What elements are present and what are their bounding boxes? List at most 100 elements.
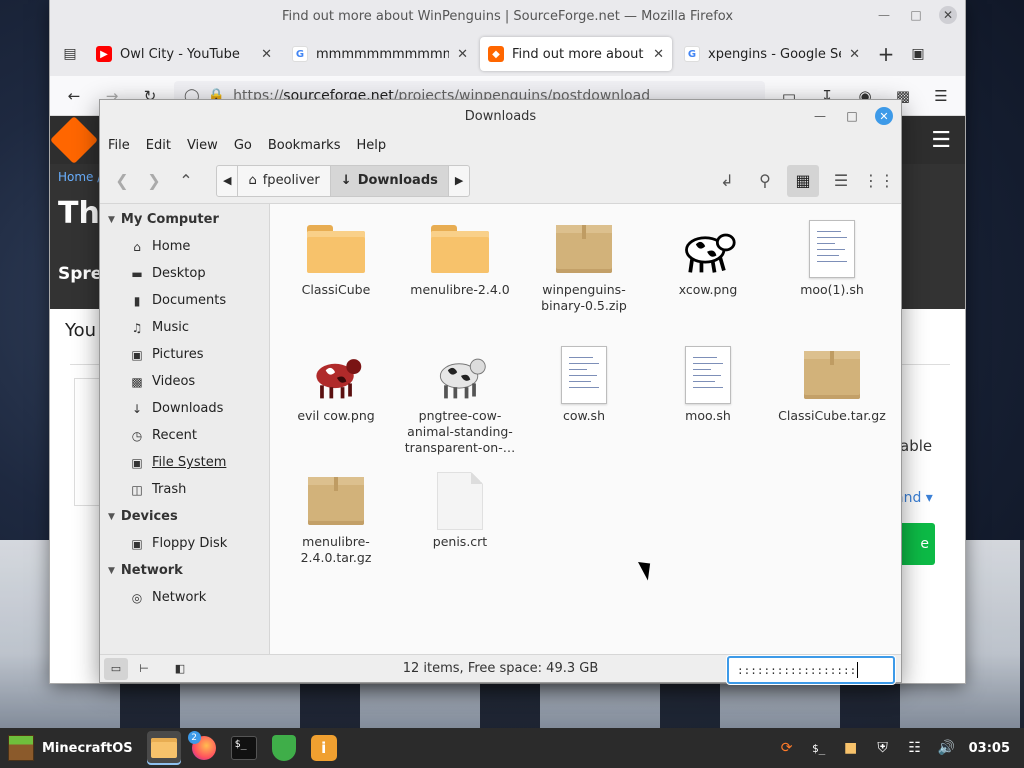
sidebar-item-desktop[interactable]: ▬ Desktop	[100, 260, 269, 287]
sidebar-item-music[interactable]: ♫ Music	[100, 314, 269, 341]
blank-file-icon	[437, 472, 483, 530]
back-icon[interactable]: ←	[60, 82, 88, 110]
menu-help[interactable]: Help	[356, 138, 386, 153]
site-menu-icon[interactable]: ☰	[931, 128, 951, 153]
back-icon[interactable]: ❮	[106, 165, 138, 197]
show-treeview-icon[interactable]: ⊢	[132, 658, 156, 680]
taskbar-shield[interactable]	[267, 731, 301, 765]
file-item-penis-crt[interactable]: penis.crt	[398, 472, 522, 550]
tab-google-mmm[interactable]: G mmmmmmmmmmmmmmm ✕	[284, 37, 476, 71]
sidebar-item-recent[interactable]: ◷ Recent	[100, 422, 269, 449]
network-icon[interactable]: ☷	[905, 738, 925, 758]
hide-sidebar-icon[interactable]: ◧	[168, 658, 192, 680]
file-name: ClassiCube	[301, 282, 371, 297]
sidebar-item-downloads[interactable]: ↓ Downloads	[100, 395, 269, 422]
sourceforge-icon: ◆	[488, 46, 504, 62]
toggle-location-icon[interactable]: ↲	[711, 165, 743, 197]
hamburger-menu-icon[interactable]: ☰	[927, 82, 955, 110]
close-tab-icon[interactable]: ✕	[261, 47, 272, 62]
minimize-icon[interactable]: —	[875, 6, 893, 24]
firefox-view-icon[interactable]: ▤	[56, 40, 84, 68]
file-item-menulibre[interactable]: menulibre-2.4.0	[398, 220, 522, 298]
file-item-cow-sh[interactable]: cow.sh	[522, 346, 646, 424]
file-name: moo.sh	[685, 408, 731, 423]
file-item-xcow[interactable]: xcow.png	[646, 220, 770, 298]
tab-google-xpengins[interactable]: G xpengins - Google Search ✕	[676, 37, 868, 71]
file-item-moo1-sh[interactable]: moo(1).sh	[770, 220, 894, 298]
notification-badge: 2	[187, 731, 201, 744]
file-item-winpenguins-zip[interactable]: winpenguins-binary-0.5.zip	[522, 220, 646, 314]
start-menu-button[interactable]: MinecraftOS	[0, 728, 141, 768]
taskbar-files[interactable]	[146, 731, 181, 765]
tab-label: xpengins - Google Search	[708, 46, 841, 62]
file-item-moo-sh[interactable]: moo.sh	[646, 346, 770, 424]
clock[interactable]: 03:05	[969, 741, 1010, 756]
tab-youtube[interactable]: ▶ Owl City - YouTube ✕	[88, 37, 280, 71]
taskbar-firefox[interactable]: 2	[187, 731, 221, 765]
maximize-icon[interactable]: □	[843, 107, 861, 125]
downloads-icon: ↓	[131, 401, 143, 416]
rename-input[interactable]: ::::::::::::::::::	[727, 656, 895, 684]
menu-edit[interactable]: Edit	[146, 138, 171, 153]
file-name: cow.sh	[562, 408, 605, 423]
new-tab-icon[interactable]: +	[872, 40, 900, 68]
sidebar-item-home[interactable]: ⌂ Home	[100, 233, 269, 260]
firefox-window-title: Find out more about WinPenguins | Source…	[281, 8, 734, 24]
google-icon: G	[292, 46, 308, 62]
breadcrumb-downloads[interactable]: ↓ Downloads	[330, 165, 449, 196]
file-item-classicube[interactable]: ClassiCube	[274, 220, 398, 298]
menu-view[interactable]: View	[187, 138, 218, 153]
list-view-icon[interactable]: ☰	[825, 165, 857, 197]
volume-icon[interactable]: 🔊	[937, 738, 957, 758]
forward-icon[interactable]: ❯	[138, 165, 170, 197]
videos-icon: ▩	[131, 374, 143, 389]
sidebar-section-my-computer[interactable]: ▼ My Computer	[100, 206, 269, 233]
taskbar-info[interactable]: i	[307, 731, 341, 765]
sidebar-item-floppy[interactable]: ▣ Floppy Disk	[100, 530, 269, 557]
breadcrumb-home[interactable]: ⌂ fpeoliver	[238, 165, 331, 196]
breadcrumb-right-icon[interactable]: ▶	[449, 166, 469, 196]
security-shield-icon[interactable]: ⛨	[873, 738, 893, 758]
file-item-evil-cow[interactable]: evil cow.png	[274, 346, 398, 424]
sidebar-item-pictures[interactable]: ▣ Pictures	[100, 341, 269, 368]
file-item-pngtree-cow[interactable]: pngtree-cow-animal-standing-transparent-…	[398, 346, 522, 456]
close-icon[interactable]: ✕	[939, 6, 957, 24]
menu-file[interactable]: File	[108, 138, 130, 153]
file-item-classicube-targz[interactable]: ClassiCube.tar.gz	[770, 346, 894, 424]
tab-list-icon[interactable]: ▣	[904, 40, 932, 68]
update-manager-icon[interactable]: ⟳	[777, 738, 797, 758]
breadcrumb-left-icon[interactable]: ◀	[217, 165, 239, 196]
tab-label: Find out more about W	[512, 46, 645, 62]
minimize-icon[interactable]: —	[811, 107, 829, 125]
folder-tray-icon[interactable]: ■	[841, 738, 861, 758]
sidebar-item-videos[interactable]: ▩ Videos	[100, 368, 269, 395]
menu-bookmarks[interactable]: Bookmarks	[268, 138, 341, 153]
icon-view-icon[interactable]: ▦	[787, 164, 819, 197]
sidebar-section-network[interactable]: ▼ Network	[100, 557, 269, 584]
recent-icon: ◷	[131, 428, 143, 443]
menu-go[interactable]: Go	[234, 138, 252, 153]
page-breadcrumb[interactable]: Home /	[58, 170, 101, 184]
file-item-menulibre-targz[interactable]: menulibre-2.4.0.tar.gz	[274, 472, 398, 566]
maximize-icon[interactable]: □	[907, 6, 925, 24]
close-tab-icon[interactable]: ✕	[849, 47, 860, 62]
home-icon: ⌂	[133, 239, 141, 254]
download-button-label: e	[920, 536, 929, 552]
terminal-tray-icon[interactable]: $_	[809, 738, 829, 758]
show-places-icon[interactable]: ▭	[104, 657, 128, 680]
search-icon[interactable]: ⚲	[749, 165, 781, 197]
sidebar-section-devices[interactable]: ▼ Devices	[100, 503, 269, 530]
up-icon[interactable]: ⌃	[170, 165, 202, 197]
close-icon[interactable]: ✕	[875, 107, 893, 125]
taskbar-terminal[interactable]: $_	[227, 731, 261, 765]
info-icon: i	[310, 735, 337, 761]
sidebar-item-trash[interactable]: ◫ Trash	[100, 476, 269, 503]
sourceforge-logo[interactable]	[49, 115, 99, 165]
compact-view-icon[interactable]: ⋮⋮	[863, 165, 895, 197]
close-tab-icon[interactable]: ✕	[653, 47, 664, 62]
sidebar-item-network[interactable]: ◎ Network	[100, 584, 269, 611]
sidebar-item-documents[interactable]: ▮ Documents	[100, 287, 269, 314]
close-tab-icon[interactable]: ✕	[457, 47, 468, 62]
sidebar-item-filesystem[interactable]: ▣ File System	[100, 449, 269, 476]
tab-sourceforge[interactable]: ◆ Find out more about W ✕	[480, 37, 672, 71]
